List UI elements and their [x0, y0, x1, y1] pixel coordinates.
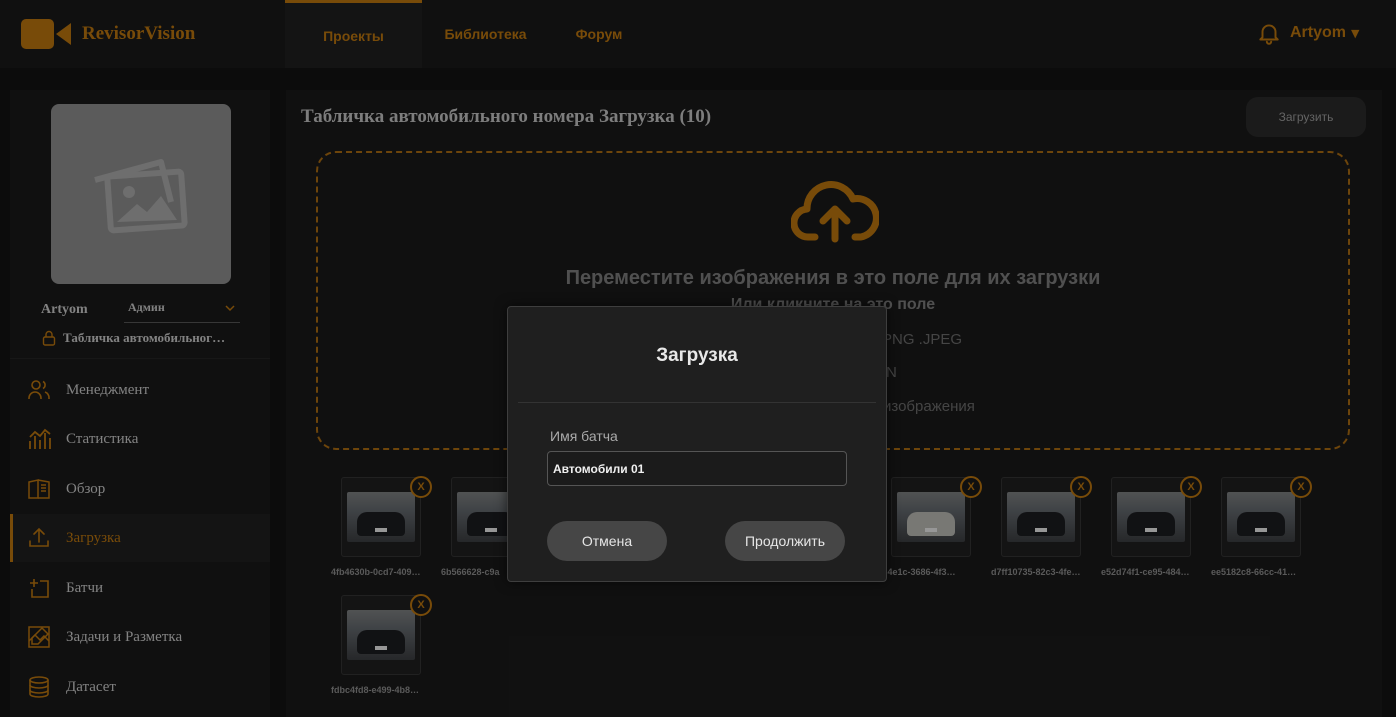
batch-name-label: Имя батча: [550, 428, 618, 444]
batch-name-input[interactable]: [547, 451, 847, 486]
upload-modal: Загрузка Имя батча Отмена Продолжить: [507, 306, 887, 582]
modal-divider: [518, 402, 876, 403]
modal-title: Загрузка: [656, 345, 738, 366]
cancel-button[interactable]: Отмена: [547, 521, 667, 561]
continue-button[interactable]: Продолжить: [725, 521, 845, 561]
